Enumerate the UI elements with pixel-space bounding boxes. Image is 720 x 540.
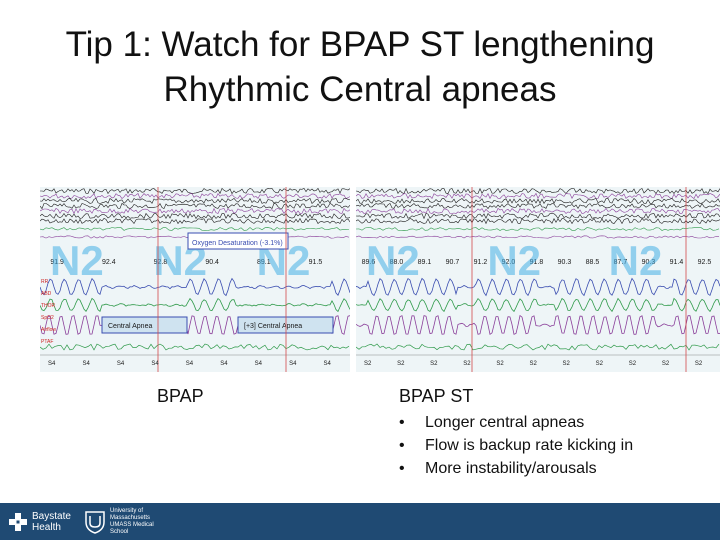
- eeg-trace: [40, 202, 350, 210]
- epoch-stage-label: S2: [695, 361, 703, 367]
- event-central-apnea-1: Central Apnea: [108, 323, 152, 330]
- epoch-stage-label: S2: [364, 361, 372, 367]
- eeg-trace: [40, 187, 350, 195]
- emg-trace: [40, 227, 350, 231]
- event-oxygen-desaturation: Oxygen Desaturation (-3.1%): [192, 240, 283, 247]
- bullet-icon: •: [399, 414, 405, 431]
- spo2-value: 92.4: [102, 259, 116, 266]
- channel-label: RR: [41, 279, 49, 285]
- spo2-value: 92.5: [698, 259, 712, 266]
- epoch-stage-label: S4: [255, 361, 263, 367]
- spo2-value: 90.4: [205, 259, 219, 266]
- epoch-stage-label: S2: [430, 361, 438, 367]
- epoch-stage-label: S4: [82, 361, 90, 367]
- eeg-trace: [356, 198, 720, 205]
- bullet-item: • Flow is backup rate kicking in: [399, 434, 633, 457]
- epoch-stage-label: S4: [186, 361, 194, 367]
- psg-trace-chart-bpap-st: 89.6 88.0 89.1 90.7 91.2 92.0 91.8 90.3 88.5 87.7…: [356, 187, 720, 372]
- thor-trace: [40, 297, 350, 313]
- sleep-stage-label: N2: [609, 237, 663, 284]
- spo2-value: 91.4: [670, 259, 684, 266]
- umass-text: University of Massachusetts UMASS Medica…: [110, 508, 154, 535]
- eeg-trace: [356, 212, 720, 220]
- pressure-trace: [40, 343, 350, 351]
- title-line-1: Tip 1: Watch for BPAP ST lengthening: [65, 25, 655, 64]
- epoch-stage-label: S4: [220, 361, 228, 367]
- epoch-stage-label: S2: [496, 361, 504, 367]
- umass-medical-logo: University of Massachusetts UMASS Medica…: [84, 508, 156, 535]
- umass-shield-icon: [85, 511, 105, 534]
- epoch-stage-label: S2: [463, 361, 471, 367]
- eeg-trace: [40, 207, 350, 215]
- spo2-value: 90.3: [558, 259, 572, 266]
- caption-bpap-st: BPAP ST: [399, 386, 474, 406]
- epoch-stage-label: S2: [529, 361, 537, 367]
- channel-label: Airflow: [41, 327, 56, 333]
- eeg-trace: [40, 197, 350, 205]
- eeg-trace: [40, 193, 350, 200]
- pressure-trace: [356, 343, 720, 351]
- event-central-apnea-2: [+3] Central Apnea: [244, 323, 302, 330]
- epoch-stage-label: S4: [117, 361, 125, 367]
- eeg-trace: [356, 202, 720, 210]
- spo2-value: 90.7: [446, 259, 460, 266]
- sleep-stage-label: N2: [487, 237, 541, 284]
- eeg-trace: [40, 212, 350, 220]
- channel-label: ABD: [41, 291, 52, 297]
- bullet-item: • Longer central apneas: [399, 411, 633, 434]
- eeg-trace: [40, 217, 350, 225]
- baystate-health-logo: Baystate Health: [8, 508, 74, 536]
- epoch-stage-label: S2: [629, 361, 637, 367]
- channel-label: PTAF: [41, 339, 53, 345]
- bullet-icon: •: [399, 437, 405, 454]
- bullet-item: • More instability/arousals: [399, 457, 633, 480]
- baystate-cross-icon: [9, 513, 27, 531]
- title-line-2: Rhythmic Central apneas: [163, 70, 557, 109]
- baystate-health-text: Baystate Health: [32, 511, 71, 533]
- psg-trace-chart-bpap: RRABDTHORSpO2AirflowPTAF 91.9 92.4 92.8 90.…: [40, 187, 350, 372]
- thor-trace: [356, 297, 720, 313]
- spo2-value: 91.5: [309, 259, 323, 266]
- eeg-trace: [356, 217, 720, 225]
- epoch-stage-label: S2: [563, 361, 571, 367]
- epoch-stage-label: S4: [289, 361, 297, 367]
- eeg-trace: [356, 187, 720, 195]
- psg-screenshot-bpap: RR ABD THOR SpO2 Airflow PTAF 91.9 92.4 92.8 90.…: [40, 187, 350, 372]
- bpap-st-bullet-list: • Longer central apneas • Flow is backup r…: [399, 411, 633, 480]
- channel-label: THOR: [41, 303, 56, 309]
- footer-bar: Baystate Health University of Massachuse…: [0, 503, 720, 540]
- spo2-value: 88.5: [586, 259, 600, 266]
- eeg-trace: [356, 192, 720, 200]
- emg-trace: [356, 227, 720, 231]
- sleep-stage-label: N2: [366, 237, 420, 284]
- epoch-stage-label: S4: [151, 361, 159, 367]
- abd-trace: [356, 314, 720, 335]
- sleep-stage-label: N2: [50, 237, 104, 284]
- slide-title: Tip 1: Watch for BPAP ST lengthening Rhy…: [0, 22, 720, 112]
- epoch-stage-label: S2: [397, 361, 405, 367]
- psg-screenshot-bpap-st: 89.6 88.0 89.1 90.7 91.2 92.0 91.8 90.3 88.5 87.7…: [356, 187, 720, 372]
- caption-bpap: BPAP: [157, 386, 204, 406]
- epoch-stage-label: S2: [596, 361, 604, 367]
- epoch-stage-label: S2: [662, 361, 670, 367]
- spo2-value: 91.2: [474, 259, 488, 266]
- bullet-icon: •: [399, 460, 405, 477]
- channel-label: SpO2: [41, 315, 54, 321]
- epoch-stage-label: S4: [48, 361, 56, 367]
- eeg-trace: [356, 207, 720, 214]
- epoch-stage-label: S4: [324, 361, 332, 367]
